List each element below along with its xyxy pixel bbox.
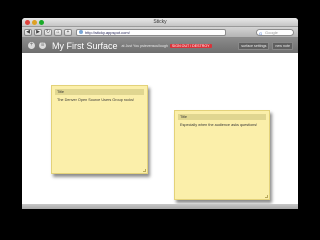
sticky-note[interactable]: Title The Denver Open Source Users Group… xyxy=(51,85,148,174)
resize-handle-icon[interactable] xyxy=(265,195,268,198)
sticky-note[interactable]: Title Especially when the audience asks … xyxy=(174,110,270,200)
forward-button[interactable]: ▶ xyxy=(34,28,42,36)
resize-handle-icon[interactable] xyxy=(143,169,146,172)
new-note-button[interactable]: new note xyxy=(272,42,293,50)
window-title: Sticky xyxy=(153,19,167,25)
title-bar: Sticky xyxy=(22,18,298,27)
surface-subtitle: at Just You pstevenscullough SIGN OUT / … xyxy=(121,43,212,48)
note-body[interactable]: The Denver Open Source Users Group rocks… xyxy=(52,95,147,105)
search-input[interactable]: G Google xyxy=(256,29,294,36)
add-icon[interactable]: + xyxy=(28,42,35,49)
note-body[interactable]: Especially when the audience asks questi… xyxy=(175,120,269,130)
surface-canvas[interactable]: Title The Denver Open Source Users Group… xyxy=(22,53,298,208)
browser-window: Sticky ◀ ▶ ↻ ⌂ + http://sticky.appspot.c… xyxy=(22,18,298,209)
forward-arrow-icon: ▶ xyxy=(36,28,40,35)
settings-icon[interactable]: ≡ xyxy=(39,42,46,49)
subtitle-text: at Just You pstevenscullough xyxy=(121,43,168,48)
address-bar[interactable]: http://sticky.appspot.com/ xyxy=(76,28,226,36)
app-header: + ≡ My First Surface at Just You psteven… xyxy=(22,38,298,53)
home-icon: ⌂ xyxy=(56,28,60,35)
add-bookmark-button[interactable]: + xyxy=(64,28,72,36)
surface-settings-button[interactable]: surface settings xyxy=(238,42,270,50)
reload-button[interactable]: ↻ xyxy=(44,28,52,36)
browser-toolbar: ◀ ▶ ↻ ⌂ + http://sticky.appspot.com/ G G… xyxy=(22,27,298,38)
back-button[interactable]: ◀ xyxy=(24,28,32,36)
home-button[interactable]: ⌂ xyxy=(54,28,62,36)
back-arrow-icon: ◀ xyxy=(26,28,30,35)
status-bar xyxy=(22,204,298,209)
signout-link[interactable]: SIGN OUT / DESTROY xyxy=(169,43,212,48)
plus-icon: + xyxy=(66,28,70,35)
surface-title: My First Surface xyxy=(52,40,118,51)
globe-icon xyxy=(79,30,83,34)
search-placeholder: Google xyxy=(265,30,278,35)
address-text: http://sticky.appspot.com/ xyxy=(85,29,130,35)
reload-icon: ↻ xyxy=(45,28,51,35)
header-buttons: surface settings new note xyxy=(238,42,293,50)
google-icon: G xyxy=(259,31,263,36)
